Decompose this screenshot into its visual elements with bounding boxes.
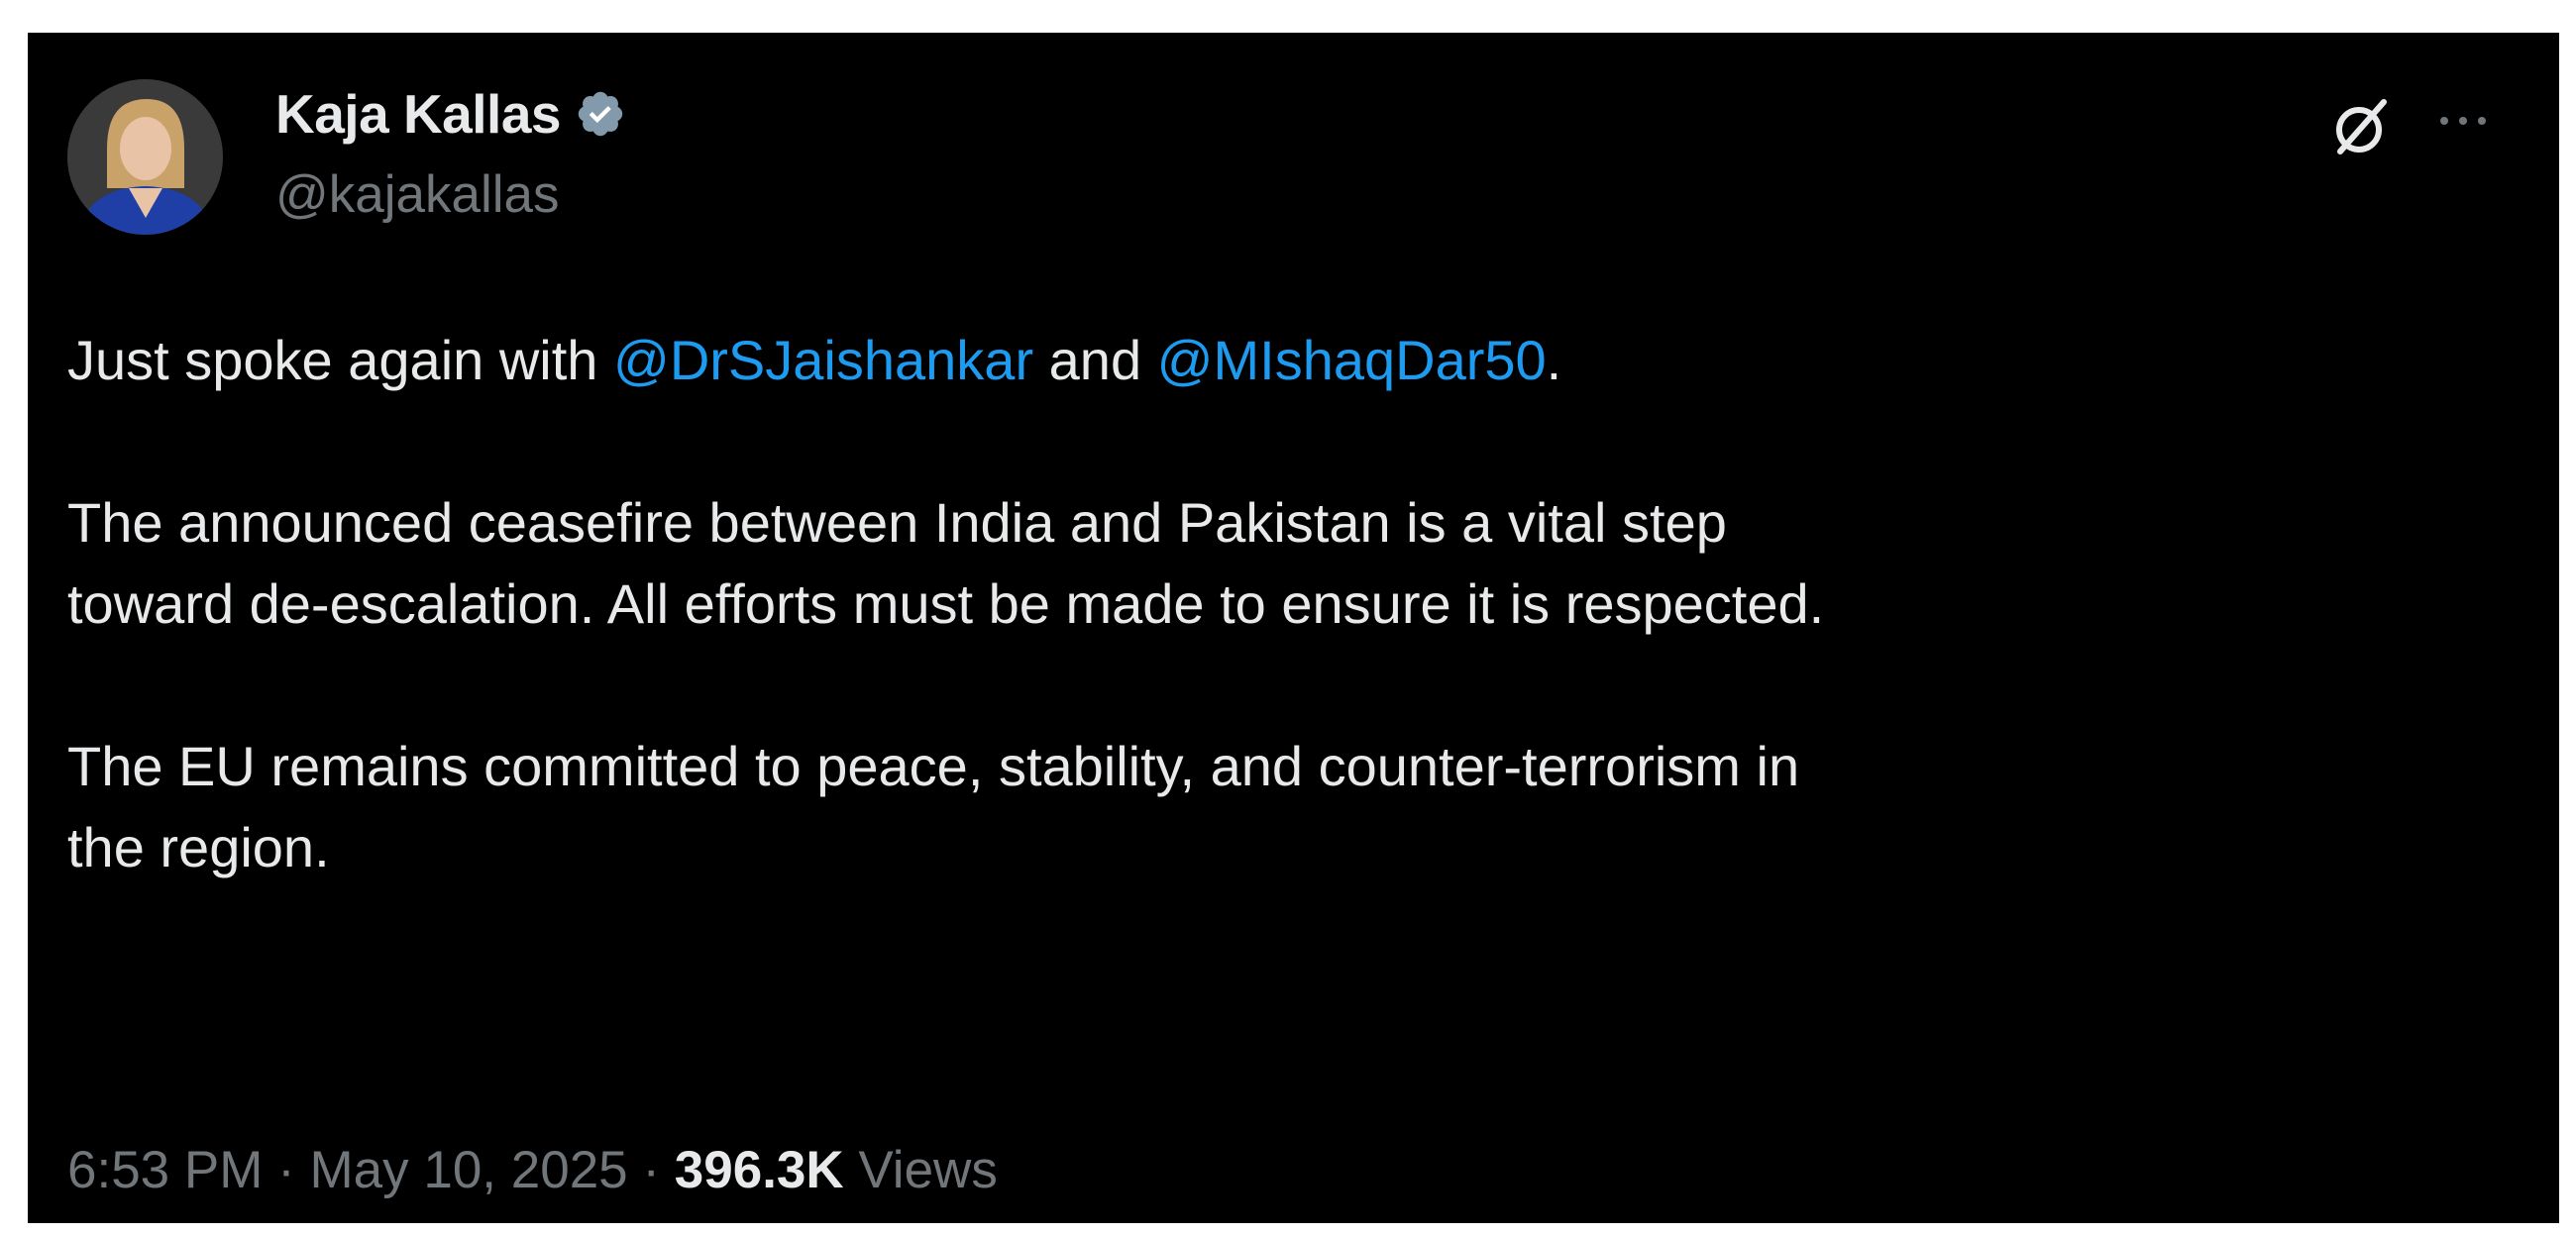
grok-slash-circle-icon[interactable] xyxy=(2326,92,2396,161)
author-name[interactable]: Kaja Kallas xyxy=(275,82,562,146)
verified-badge-icon xyxy=(575,88,626,140)
avatar[interactable] xyxy=(67,79,223,235)
tweet-date[interactable]: May 10, 2025 xyxy=(310,1141,628,1199)
tweet-card: Kaja Kallas @kajakallas Just spoke again… xyxy=(28,33,2559,1223)
author-name-row: Kaja Kallas xyxy=(275,79,626,149)
views-count: 396.3K xyxy=(674,1141,844,1199)
tweet-text-segment: . xyxy=(1546,329,1562,391)
tweet-text-segment: Just spoke again with xyxy=(67,329,613,391)
tweet-metadata: 6:53 PM · May 10, 2025 · 396.3K Views xyxy=(67,1140,998,1200)
tweet-time[interactable]: 6:53 PM xyxy=(67,1141,263,1199)
tweet-paragraph-3: The EU remains committed to peace, stabi… xyxy=(67,735,1800,878)
tweet-text: Just spoke again with @DrSJaishankar and… xyxy=(67,320,2515,888)
more-ellipsis-icon[interactable] xyxy=(2430,96,2500,146)
tweet-paragraph-1: Just spoke again with @DrSJaishankar and… xyxy=(67,320,2515,401)
author-handle[interactable]: @kajakallas xyxy=(275,164,560,225)
views-label: Views xyxy=(843,1141,998,1199)
meta-separator: · xyxy=(263,1141,310,1199)
tweet-text-segment: and xyxy=(1033,329,1157,391)
mention-link-mishaqdar50[interactable]: @MIshaqDar50 xyxy=(1157,329,1547,391)
mention-link-drsjaishankar[interactable]: @DrSJaishankar xyxy=(613,329,1033,391)
meta-separator: · xyxy=(627,1141,675,1199)
profile-photo xyxy=(67,79,223,235)
tweet-paragraph-2: The announced ceasefire between India an… xyxy=(67,491,1825,635)
